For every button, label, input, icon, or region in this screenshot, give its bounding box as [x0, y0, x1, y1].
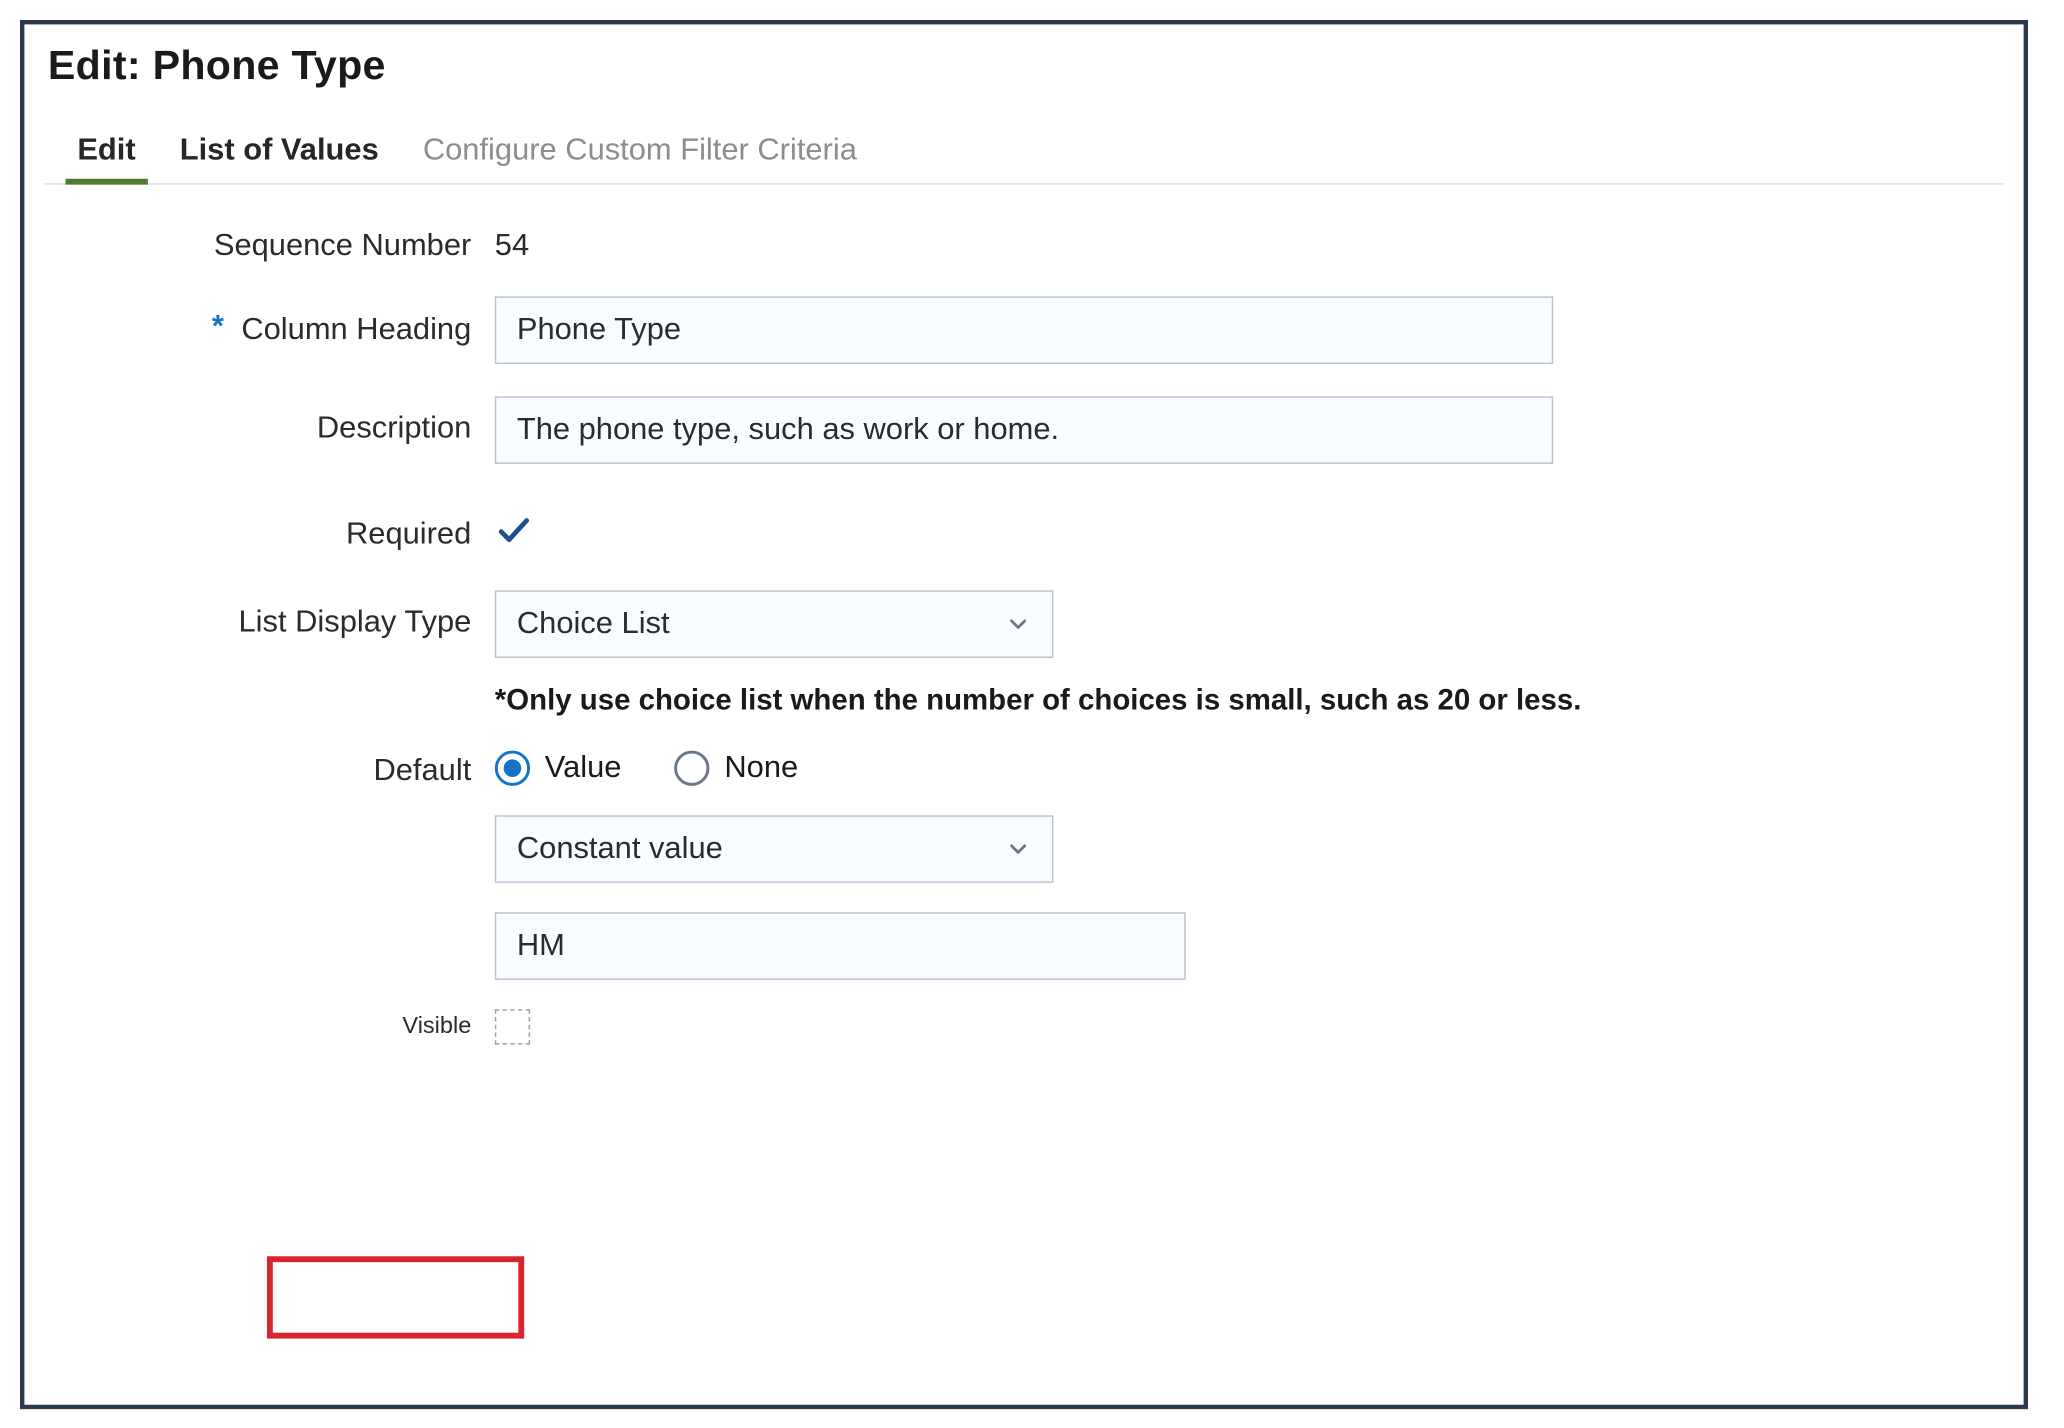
default-radio-none[interactable]: None: [674, 751, 798, 786]
edit-panel: Edit: Phone Type Edit List of Values Con…: [20, 20, 2028, 1409]
tab-list-of-values[interactable]: List of Values: [177, 121, 382, 183]
tab-edit[interactable]: Edit: [74, 121, 138, 183]
default-constant-value-input[interactable]: [495, 912, 1186, 980]
column-heading-label: * Column Heading: [212, 313, 471, 348]
visible-checkbox[interactable]: [495, 1009, 530, 1044]
default-mode-select[interactable]: Constant value: [495, 815, 1054, 883]
page-title: Edit: Phone Type: [48, 42, 2003, 89]
default-radio-group: Value None: [495, 751, 798, 786]
default-label: Default: [373, 751, 471, 789]
default-radio-value-label: Value: [545, 751, 622, 786]
tabs: Edit List of Values Configure Custom Fil…: [45, 121, 2003, 184]
required-check-icon: [495, 511, 533, 549]
chevron-down-icon: [1005, 836, 1031, 862]
annotation-highlight: [267, 1256, 524, 1338]
required-asterisk-icon: *: [212, 310, 224, 344]
edit-form: Sequence Number 54 * Column Heading Desc…: [45, 185, 2003, 995]
default-radio-value[interactable]: Value: [495, 751, 622, 786]
column-heading-input[interactable]: [495, 296, 1553, 364]
list-display-type-value: Choice List: [517, 607, 670, 642]
description-input[interactable]: [495, 396, 1553, 464]
description-label: Description: [317, 396, 471, 446]
sequence-number-value: 54: [495, 229, 1959, 264]
default-radio-none-label: None: [724, 751, 798, 786]
visible-label: Visible: [402, 1014, 471, 1040]
list-display-type-note: *Only use choice list when the number of…: [495, 684, 1582, 718]
radio-dot-icon: [495, 751, 530, 786]
radio-dot-icon: [674, 751, 709, 786]
list-display-type-label: List Display Type: [239, 590, 472, 640]
chevron-down-icon: [1005, 611, 1031, 637]
sequence-number-label: Sequence Number: [214, 229, 471, 264]
required-label: Required: [346, 517, 471, 552]
default-mode-value: Constant value: [517, 831, 723, 866]
list-display-type-select[interactable]: Choice List: [495, 590, 1054, 658]
column-heading-label-text: Column Heading: [241, 313, 471, 347]
tab-configure-custom-filter-criteria: Configure Custom Filter Criteria: [420, 121, 860, 183]
